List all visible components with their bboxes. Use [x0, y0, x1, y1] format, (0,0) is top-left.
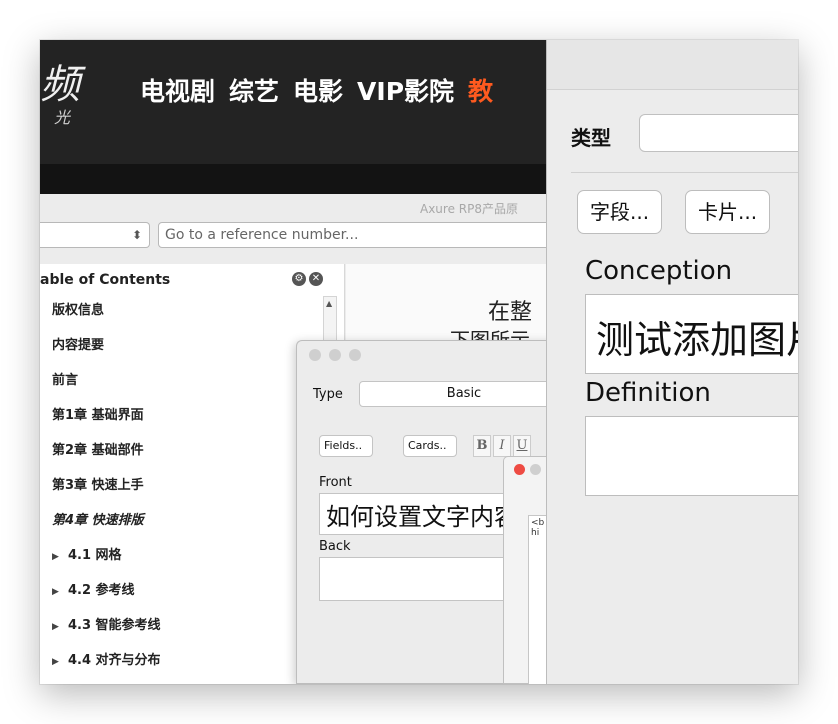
toc-item[interactable]: ▶ 4.1 网格 — [52, 547, 161, 582]
nav-tv-series[interactable]: 电视剧 — [140, 72, 215, 108]
expand-triangle-icon[interactable]: ▶ — [52, 618, 68, 636]
toc-item[interactable]: ▶ 4.2 参考线 — [52, 582, 161, 617]
toc-item[interactable]: 第2章 基础部件 — [52, 442, 161, 477]
toc-close-icon[interactable]: ✕ — [309, 272, 323, 286]
toc-item[interactable]: 前言 — [52, 372, 161, 407]
scroll-up-arrow-icon[interactable]: ▲ — [326, 299, 332, 308]
fields-button[interactable]: Fields.. — [319, 435, 373, 457]
zoom-dot-icon[interactable] — [349, 349, 361, 361]
toc-item[interactable]: 第3章 快速上手 — [52, 477, 161, 512]
cards-button[interactable]: Cards.. — [403, 435, 457, 457]
toc-item[interactable]: 版权信息 — [52, 302, 161, 337]
nav-variety[interactable]: 综艺 — [229, 72, 279, 108]
window-controls — [309, 349, 361, 361]
expand-triangle-icon[interactable]: ▶ — [52, 653, 68, 671]
close-dot-icon[interactable] — [309, 349, 321, 361]
toc-item[interactable]: ▶ 4.3 智能参考线 — [52, 617, 161, 652]
stepper-icon[interactable]: ⬍ — [132, 228, 142, 242]
nav-education[interactable]: 教 — [468, 72, 493, 108]
toc-controls: ⚙ ✕ — [292, 272, 323, 286]
nav-vip-cinema[interactable]: VIP影院 — [357, 72, 454, 108]
toc-item[interactable]: ▶ 4.4 对齐与分布 — [52, 652, 161, 684]
goto-reference-input[interactable]: Go to a reference number... — [158, 222, 578, 248]
minimize-dot-icon[interactable] — [530, 464, 541, 475]
note-type-button[interactable] — [639, 114, 798, 152]
divider — [571, 172, 798, 173]
site-logo[interactable]: 频 — [40, 52, 80, 110]
window-titlebar[interactable] — [547, 40, 798, 90]
definition-label: Definition — [585, 378, 711, 408]
video-site-header: 频 光 电视剧 综艺 电影 VIP影院 教 — [40, 40, 560, 164]
bold-button[interactable]: B — [473, 435, 491, 457]
front-label: Front — [319, 475, 352, 490]
main-add-window: 类型 字段... 卡片... Conception 测试添加图片 Definit… — [546, 40, 798, 684]
minimize-dot-icon[interactable] — [329, 349, 341, 361]
site-subbar — [40, 164, 560, 194]
screenshot-frame: 频 光 电视剧 综艺 电影 VIP影院 教 Axure RP8产品原 ⬍ Go … — [40, 40, 798, 684]
definition-field[interactable] — [585, 416, 798, 496]
nav-movies[interactable]: 电影 — [293, 72, 343, 108]
toc-options-icon[interactable]: ⚙ — [292, 272, 306, 286]
expand-triangle-icon[interactable]: ▶ — [52, 583, 68, 601]
cards-button[interactable]: 卡片... — [685, 190, 771, 234]
content-heading: 在整 — [488, 300, 533, 325]
fields-button[interactable]: 字段... — [577, 190, 663, 234]
toc-title: able of Contents — [40, 272, 171, 288]
toc-item[interactable]: 第1章 基础界面 — [52, 407, 161, 442]
type-label: Type — [313, 387, 343, 402]
toc-list: 版权信息 内容提要 前言 第1章 基础界面 第2章 基础部件 第3章 快速上手 … — [52, 302, 161, 684]
content-subline: 下图所示 — [450, 328, 530, 340]
note-type-button[interactable]: Basic — [359, 381, 569, 407]
toc-item[interactable]: 内容提要 — [52, 337, 161, 372]
expand-triangle-icon[interactable]: ▶ — [52, 548, 68, 566]
italic-button[interactable]: I — [493, 435, 511, 457]
reader-window-title: Axure RP8产品原 — [420, 202, 518, 216]
underline-button[interactable]: U — [513, 435, 531, 457]
conception-label: Conception — [585, 256, 733, 286]
toc-item-current[interactable]: 第4章 快速排版 — [52, 512, 161, 547]
reference-select[interactable]: ⬍ — [40, 222, 150, 248]
conception-field[interactable]: 测试添加图片 — [585, 294, 798, 374]
site-logo-subtitle: 光 — [54, 108, 71, 127]
type-label: 类型 — [571, 126, 611, 150]
site-nav: 电视剧 综艺 电影 VIP影院 教 — [140, 72, 493, 108]
back-label: Back — [319, 539, 351, 554]
close-dot-icon[interactable] — [514, 464, 525, 475]
